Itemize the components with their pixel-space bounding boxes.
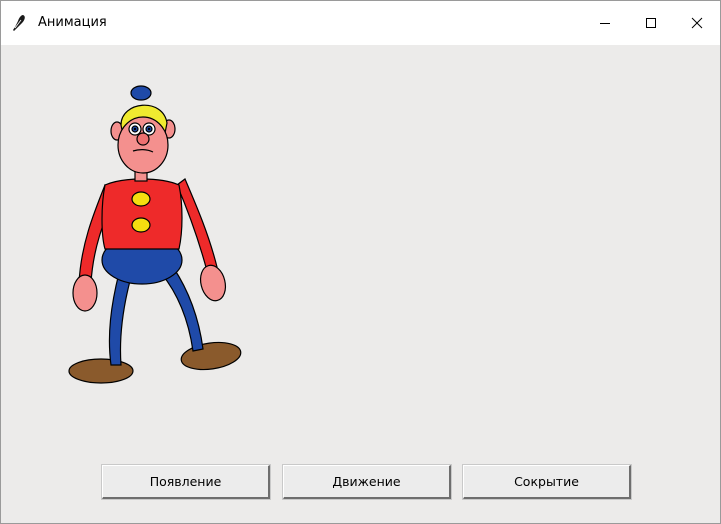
feather-icon: [13, 15, 25, 31]
right-pupil-dot: [147, 127, 151, 131]
maximize-button[interactable]: [628, 1, 674, 45]
window-title: Анимация: [38, 15, 107, 30]
left-pupil-dot: [133, 127, 137, 131]
client-area: Появление Движение Сокрытие: [1, 45, 720, 523]
close-icon: [691, 17, 703, 29]
cartoon-figure: [68, 85, 242, 384]
move-button[interactable]: Движение: [282, 464, 452, 500]
left-leg: [108, 272, 132, 366]
minimize-button[interactable]: [582, 1, 628, 45]
close-button[interactable]: [674, 1, 720, 45]
right-hand: [199, 264, 227, 302]
left-shoe: [68, 358, 134, 384]
hat-pom: [130, 85, 152, 101]
right-shoe: [180, 341, 242, 371]
right-leg: [160, 266, 204, 352]
nose: [136, 132, 150, 146]
appear-button[interactable]: Появление: [101, 464, 271, 500]
minimize-icon: [600, 23, 610, 24]
shirt-button-top: [131, 191, 151, 207]
left-hand: [72, 274, 98, 312]
maximize-icon: [646, 18, 656, 28]
shirt-button-bottom: [131, 217, 151, 233]
hide-button[interactable]: Сокрытие: [462, 464, 632, 500]
app-window: Анимация Появление Движение Сокрытие: [0, 0, 721, 524]
title-bar[interactable]: Анимация: [1, 1, 720, 45]
animation-canvas: [68, 85, 242, 384]
shirt: [101, 178, 183, 250]
right-arm: [176, 178, 218, 272]
